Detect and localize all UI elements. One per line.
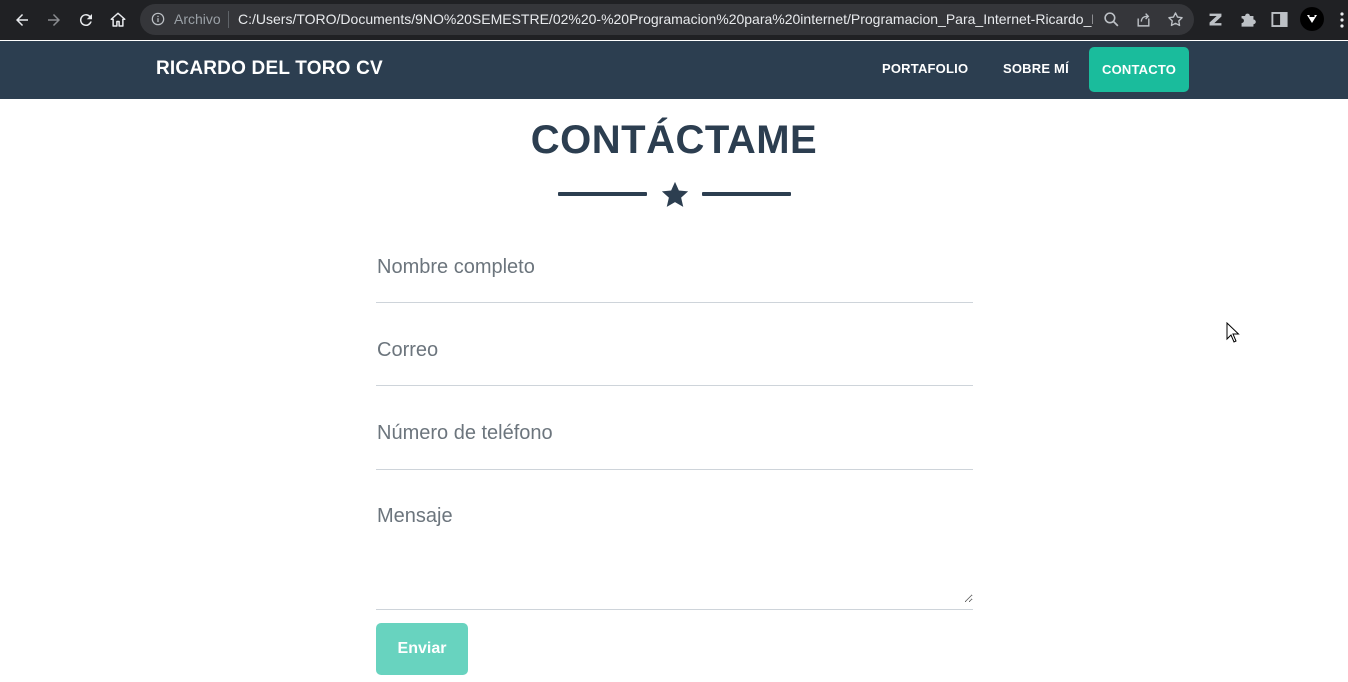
name-input[interactable]	[376, 252, 973, 282]
extensions-puzzle-icon[interactable]	[1238, 10, 1257, 29]
share-icon[interactable]	[1135, 11, 1152, 28]
brand-logo-link[interactable]: RICARDO DEL TORO CV	[156, 58, 383, 80]
mouse-cursor-icon	[1226, 322, 1240, 343]
forward-arrow-icon[interactable]	[42, 8, 66, 32]
side-panel-icon[interactable]	[1270, 10, 1289, 29]
phone-input[interactable]	[376, 418, 973, 448]
site-navbar: RICARDO DEL TORO CV PORTAFOLIO SOBRE MÍ …	[0, 41, 1348, 99]
address-bar[interactable]: Archivo C:/Users/TORO/Documents/9NO%20SE…	[140, 4, 1194, 35]
info-icon[interactable]	[151, 12, 165, 26]
browser-menu-icon[interactable]	[1336, 11, 1348, 29]
reload-icon[interactable]	[74, 8, 98, 32]
email-field-group	[376, 335, 973, 386]
nav-link-sobre-mi[interactable]: SOBRE MÍ	[1003, 61, 1069, 76]
profile-logo-icon	[1307, 15, 1317, 23]
extension-z-icon[interactable]	[1206, 10, 1225, 29]
browser-toolbar: Archivo C:/Users/TORO/Documents/9NO%20SE…	[0, 0, 1348, 40]
divider-line-right	[702, 192, 791, 196]
message-field-group	[376, 503, 973, 610]
profile-avatar[interactable]	[1300, 7, 1324, 31]
star-icon	[661, 181, 689, 207]
message-textarea[interactable]	[376, 503, 973, 603]
nav-link-contacto[interactable]: CONTACTO	[1089, 47, 1190, 92]
home-icon[interactable]	[106, 8, 130, 32]
submit-button[interactable]: Enviar	[376, 623, 468, 675]
name-field-group	[376, 252, 973, 303]
page-security-label: Archivo	[174, 11, 221, 27]
url-text[interactable]: C:/Users/TORO/Documents/9NO%20SEMESTRE/0…	[238, 11, 1093, 27]
phone-field-group	[376, 418, 973, 470]
omnibox-separator	[228, 11, 229, 28]
email-input[interactable]	[376, 335, 973, 365]
divider-line-left	[558, 192, 647, 196]
back-arrow-icon[interactable]	[10, 8, 34, 32]
nav-link-portafolio[interactable]: PORTAFOLIO	[882, 61, 968, 76]
zoom-icon[interactable]	[1103, 11, 1120, 28]
section-title: CONTÁCTAME	[530, 118, 818, 162]
bookmark-star-icon[interactable]	[1167, 11, 1184, 28]
